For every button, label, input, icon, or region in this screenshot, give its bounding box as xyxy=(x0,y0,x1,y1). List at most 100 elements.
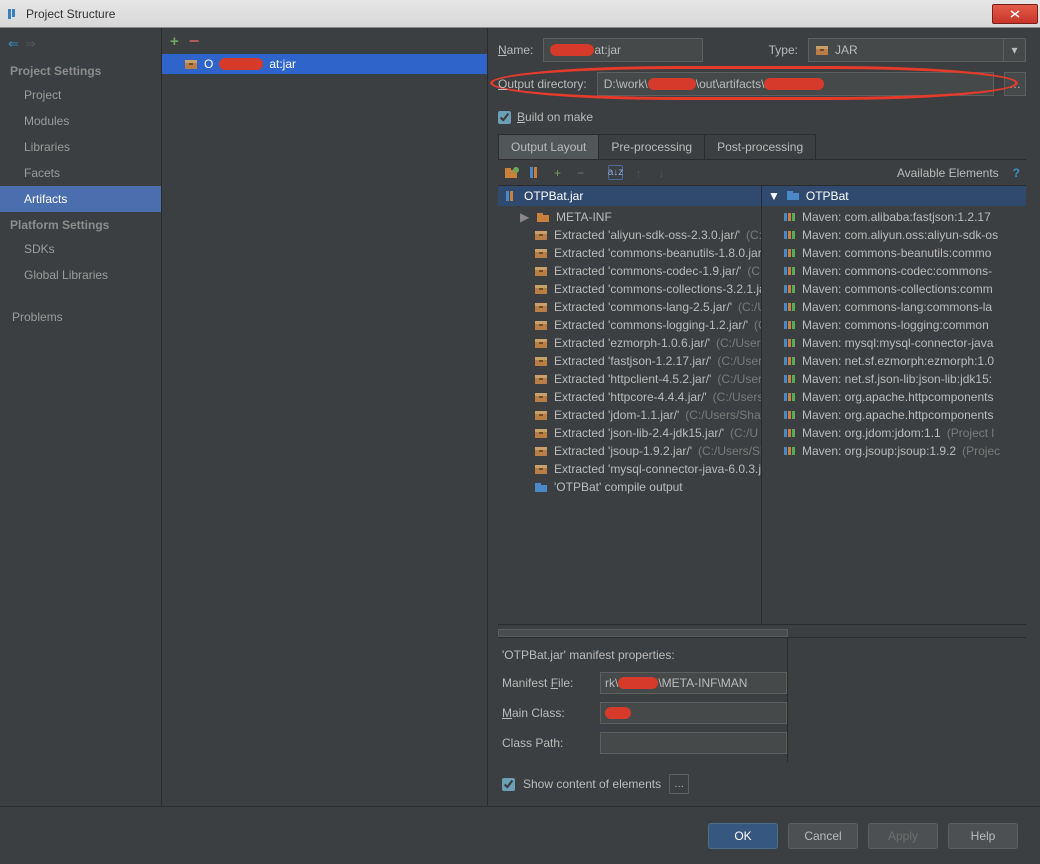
browse-output-dir-button[interactable]: … xyxy=(1004,72,1026,96)
available-library[interactable]: Maven: mysql:mysql-connector-java xyxy=(766,334,1026,352)
new-archive-icon[interactable] xyxy=(527,165,542,180)
nav-facets[interactable]: Facets xyxy=(0,160,161,186)
close-button[interactable] xyxy=(992,4,1038,24)
artifact-name-suffix: at:jar xyxy=(269,57,296,71)
nav-modules[interactable]: Modules xyxy=(0,108,161,134)
add-artifact-icon[interactable]: + xyxy=(170,33,179,50)
available-library[interactable]: Maven: com.alibaba:fastjson:1.2.17 xyxy=(766,208,1026,226)
available-library[interactable]: Maven: net.sf.json-lib:json-lib:jdk15: xyxy=(766,370,1026,388)
add-content-icon[interactable]: + xyxy=(550,165,565,180)
artifact-name-prefix: O xyxy=(204,57,213,71)
available-elements-label: Available Elements xyxy=(897,166,999,180)
tree-node-extracted[interactable]: Extracted 'httpcore-4.4.4.jar/' (C:/User… xyxy=(502,388,761,406)
ok-button[interactable]: OK xyxy=(708,823,778,849)
back-icon[interactable]: ⇐ xyxy=(8,36,19,52)
extracted-archive-icon xyxy=(534,319,548,331)
library-icon xyxy=(784,212,796,222)
section-project-settings: Project Settings xyxy=(0,58,161,82)
nav-project[interactable]: Project xyxy=(0,82,161,108)
artifact-editor: Name: at:jar Type: JAR ▾ Output director… xyxy=(488,28,1040,806)
window-title: Project Structure xyxy=(26,7,115,21)
available-library[interactable]: Maven: commons-codec:commons- xyxy=(766,262,1026,280)
tree-node-extracted[interactable]: Extracted 'mysql-connector-java-6.0.3.ja xyxy=(502,460,761,478)
available-library[interactable]: Maven: org.jsoup:jsoup:1.9.2 (Projec xyxy=(766,442,1026,460)
tree-node-extracted[interactable]: Extracted 'commons-lang-2.5.jar/' (C:/U xyxy=(502,298,761,316)
archive-icon xyxy=(815,44,829,56)
extracted-archive-icon xyxy=(534,445,548,457)
class-path-label: Class Path: xyxy=(502,736,592,750)
section-platform-settings: Platform Settings xyxy=(0,212,161,236)
forward-icon[interactable]: ⇒ xyxy=(25,36,36,52)
extracted-archive-icon xyxy=(534,373,548,385)
manifest-file-field[interactable]: rk\\META-INF\MAN xyxy=(600,672,787,694)
nav-global-libraries[interactable]: Global Libraries xyxy=(0,262,161,288)
available-library[interactable]: Maven: commons-collections:comm xyxy=(766,280,1026,298)
apply-button[interactable]: Apply xyxy=(868,823,938,849)
nav-artifacts[interactable]: Artifacts xyxy=(0,186,161,212)
tree-node-extracted[interactable]: Extracted 'aliyun-sdk-oss-2.3.0.jar/' (C… xyxy=(502,226,761,244)
tree-node-extracted[interactable]: Extracted 'jdom-1.1.jar/' (C:/Users/Shac xyxy=(502,406,761,424)
type-value: JAR xyxy=(835,43,858,57)
output-tree: OTPBat.jar ▶ META-INF Extracted 'aliyun-… xyxy=(498,186,762,624)
splitter-handle[interactable] xyxy=(498,629,788,637)
extracted-archive-icon xyxy=(534,337,548,349)
tab-pre-processing[interactable]: Pre-processing xyxy=(598,134,705,159)
help-button[interactable]: Help xyxy=(948,823,1018,849)
sort-icon[interactable]: a↓z xyxy=(608,165,623,180)
build-on-make-checkbox[interactable] xyxy=(498,111,511,124)
archive-icon xyxy=(184,58,198,70)
type-select[interactable]: JAR ▾ xyxy=(808,38,1026,62)
library-icon xyxy=(784,410,796,420)
library-icon xyxy=(784,320,796,330)
remove-content-icon[interactable]: − xyxy=(573,165,588,180)
tree-node-extracted[interactable]: Extracted 'commons-logging-1.2.jar/' (C xyxy=(502,316,761,334)
new-folder-icon[interactable] xyxy=(504,165,519,180)
tree-node-metainf[interactable]: ▶ META-INF xyxy=(502,208,761,226)
help-icon[interactable]: ? xyxy=(1013,166,1020,180)
show-content-checkbox[interactable] xyxy=(502,778,515,791)
tree-node-extracted[interactable]: Extracted 'httpclient-4.5.2.jar/' (C:/Us… xyxy=(502,370,761,388)
tree-node-compile-output[interactable]: 'OTPBat' compile output xyxy=(502,478,761,496)
extracted-archive-icon xyxy=(534,301,548,313)
nav-problems[interactable]: Problems xyxy=(0,304,161,330)
output-dir-field[interactable]: D:\work\\out\artifacts\ xyxy=(597,72,994,96)
available-library[interactable]: Maven: org.jdom:jdom:1.1 (Project l xyxy=(766,424,1026,442)
available-library[interactable]: Maven: com.aliyun.oss:aliyun-sdk-os xyxy=(766,226,1026,244)
cancel-button[interactable]: Cancel xyxy=(788,823,858,849)
module-icon xyxy=(786,190,800,202)
available-library[interactable]: Maven: commons-beanutils:commo xyxy=(766,244,1026,262)
name-field[interactable]: at:jar xyxy=(543,38,703,62)
library-icon xyxy=(784,302,796,312)
manifest-file-label: Manifest File: xyxy=(502,676,592,690)
nav-libraries[interactable]: Libraries xyxy=(0,134,161,160)
tree-node-extracted[interactable]: Extracted 'commons-codec-1.9.jar/' (C: xyxy=(502,262,761,280)
available-library[interactable]: Maven: org.apache.httpcomponents xyxy=(766,406,1026,424)
available-library[interactable]: Maven: commons-logging:common xyxy=(766,316,1026,334)
available-library[interactable]: Maven: org.apache.httpcomponents xyxy=(766,388,1026,406)
tree-node-extracted[interactable]: Extracted 'fastjson-1.2.17.jar/' (C:/Use… xyxy=(502,352,761,370)
remove-artifact-icon[interactable]: − xyxy=(189,37,200,45)
browse-content-button[interactable]: … xyxy=(669,774,689,794)
nav-sdks[interactable]: SDKs xyxy=(0,236,161,262)
tab-output-layout[interactable]: Output Layout xyxy=(498,134,599,159)
tabs: Output Layout Pre-processing Post-proces… xyxy=(498,134,1026,160)
artifact-list-item[interactable]: Oat:jar xyxy=(162,54,487,74)
tree-node-extracted[interactable]: Extracted 'jsoup-1.9.2.jar/' (C:/Users/S… xyxy=(502,442,761,460)
available-library[interactable]: Maven: net.sf.ezmorph:ezmorph:1.0 xyxy=(766,352,1026,370)
tree-node-extracted[interactable]: Extracted 'json-lib-2.4-jdk15.jar/' (C:/… xyxy=(502,424,761,442)
extracted-archive-icon xyxy=(534,409,548,421)
move-down-icon[interactable]: ↓ xyxy=(654,165,669,180)
tree-node-extracted[interactable]: Extracted 'commons-beanutils-1.8.0.jar xyxy=(502,244,761,262)
tab-post-processing[interactable]: Post-processing xyxy=(704,134,816,159)
main-class-field[interactable] xyxy=(600,702,787,724)
tree-node-extracted[interactable]: Extracted 'commons-collections-3.2.1.ja xyxy=(502,280,761,298)
class-path-field[interactable] xyxy=(600,732,787,754)
output-root[interactable]: OTPBat.jar xyxy=(498,186,761,206)
available-module[interactable]: ▼ OTPBat xyxy=(762,186,1026,206)
tree-node-extracted[interactable]: Extracted 'ezmorph-1.0.6.jar/' (C:/Users xyxy=(502,334,761,352)
type-label: Type: xyxy=(769,43,798,57)
library-icon xyxy=(784,428,796,438)
available-library[interactable]: Maven: commons-lang:commons-la xyxy=(766,298,1026,316)
move-up-icon[interactable]: ↑ xyxy=(631,165,646,180)
extracted-archive-icon xyxy=(534,427,548,439)
